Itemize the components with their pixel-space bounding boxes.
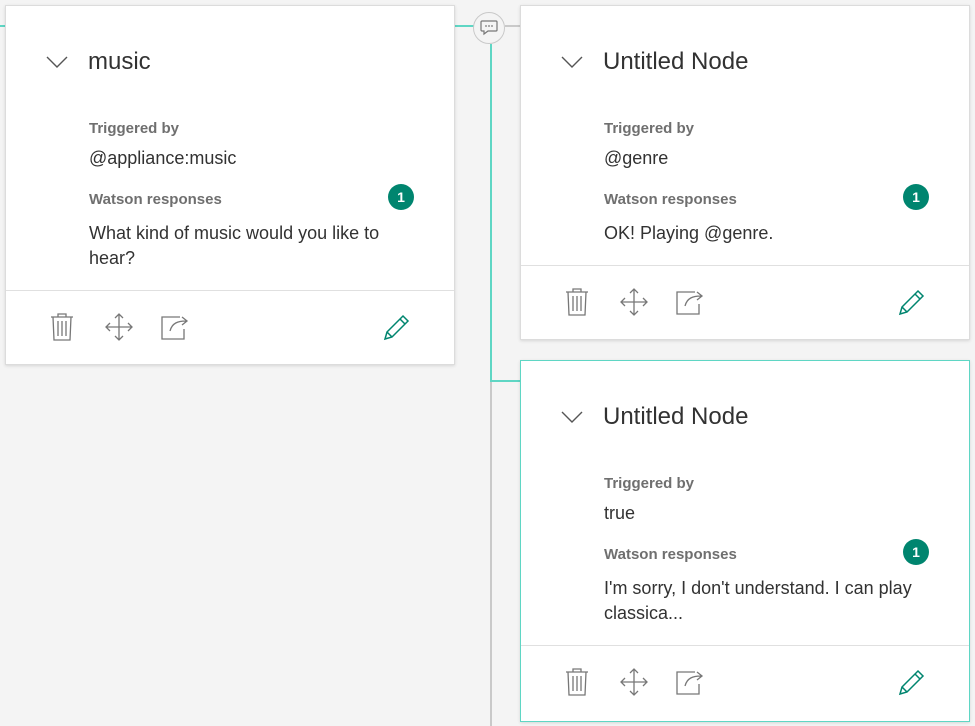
pencil-icon[interactable] <box>896 286 928 318</box>
chevron-down-icon[interactable] <box>561 410 583 424</box>
trigger-value: @appliance:music <box>89 148 237 168</box>
dialog-node-music[interactable]: music Triggered by @appliance:music Wats… <box>5 5 455 365</box>
divider <box>6 290 454 291</box>
connector-line-vertical-lower <box>490 381 492 726</box>
node-title: music <box>88 48 151 75</box>
triggered-by-label: Triggered by <box>604 120 695 137</box>
move-icon[interactable] <box>618 666 650 698</box>
triggered-by-label: Triggered by <box>89 120 180 137</box>
connector-line-branch <box>490 380 521 382</box>
trash-icon[interactable] <box>561 286 593 318</box>
watson-responses-label: Watson responses <box>604 546 737 563</box>
connector-line-top-right <box>505 25 521 27</box>
response-text: What kind of music would you like to hea… <box>89 223 380 268</box>
response-text: I'm sorry, I don't understand. I can pla… <box>604 578 912 623</box>
response-count-badge: 1 <box>903 539 929 565</box>
jump-to-icon[interactable] <box>675 286 707 318</box>
node-title: Untitled Node <box>603 403 749 430</box>
chevron-down-icon[interactable] <box>561 55 583 69</box>
response-count-badge: 1 <box>903 184 929 210</box>
divider <box>521 645 969 646</box>
trash-icon[interactable] <box>561 666 593 698</box>
watson-responses-label: Watson responses <box>604 191 737 208</box>
chat-bubble-icon[interactable] <box>473 12 505 44</box>
move-icon[interactable] <box>618 286 650 318</box>
divider <box>521 265 969 266</box>
jump-to-icon[interactable] <box>160 311 192 343</box>
response-text: OK! Playing @genre. <box>604 223 774 243</box>
pencil-icon[interactable] <box>381 311 413 343</box>
trigger-value: true <box>604 503 636 523</box>
connector-line-vertical <box>490 44 492 381</box>
move-icon[interactable] <box>103 311 135 343</box>
dialog-node-anything-else[interactable]: Untitled Node Triggered by true Watson r… <box>520 360 970 722</box>
trigger-value: @genre <box>604 148 669 168</box>
chevron-down-icon[interactable] <box>46 55 68 69</box>
dialog-node-genre[interactable]: Untitled Node Triggered by @genre Watson… <box>520 5 970 340</box>
triggered-by-label: Triggered by <box>604 475 695 492</box>
jump-to-icon[interactable] <box>675 666 707 698</box>
response-count-badge: 1 <box>388 184 414 210</box>
pencil-icon[interactable] <box>896 666 928 698</box>
watson-responses-label: Watson responses <box>89 191 222 208</box>
node-title: Untitled Node <box>603 48 749 75</box>
trash-icon[interactable] <box>46 311 78 343</box>
